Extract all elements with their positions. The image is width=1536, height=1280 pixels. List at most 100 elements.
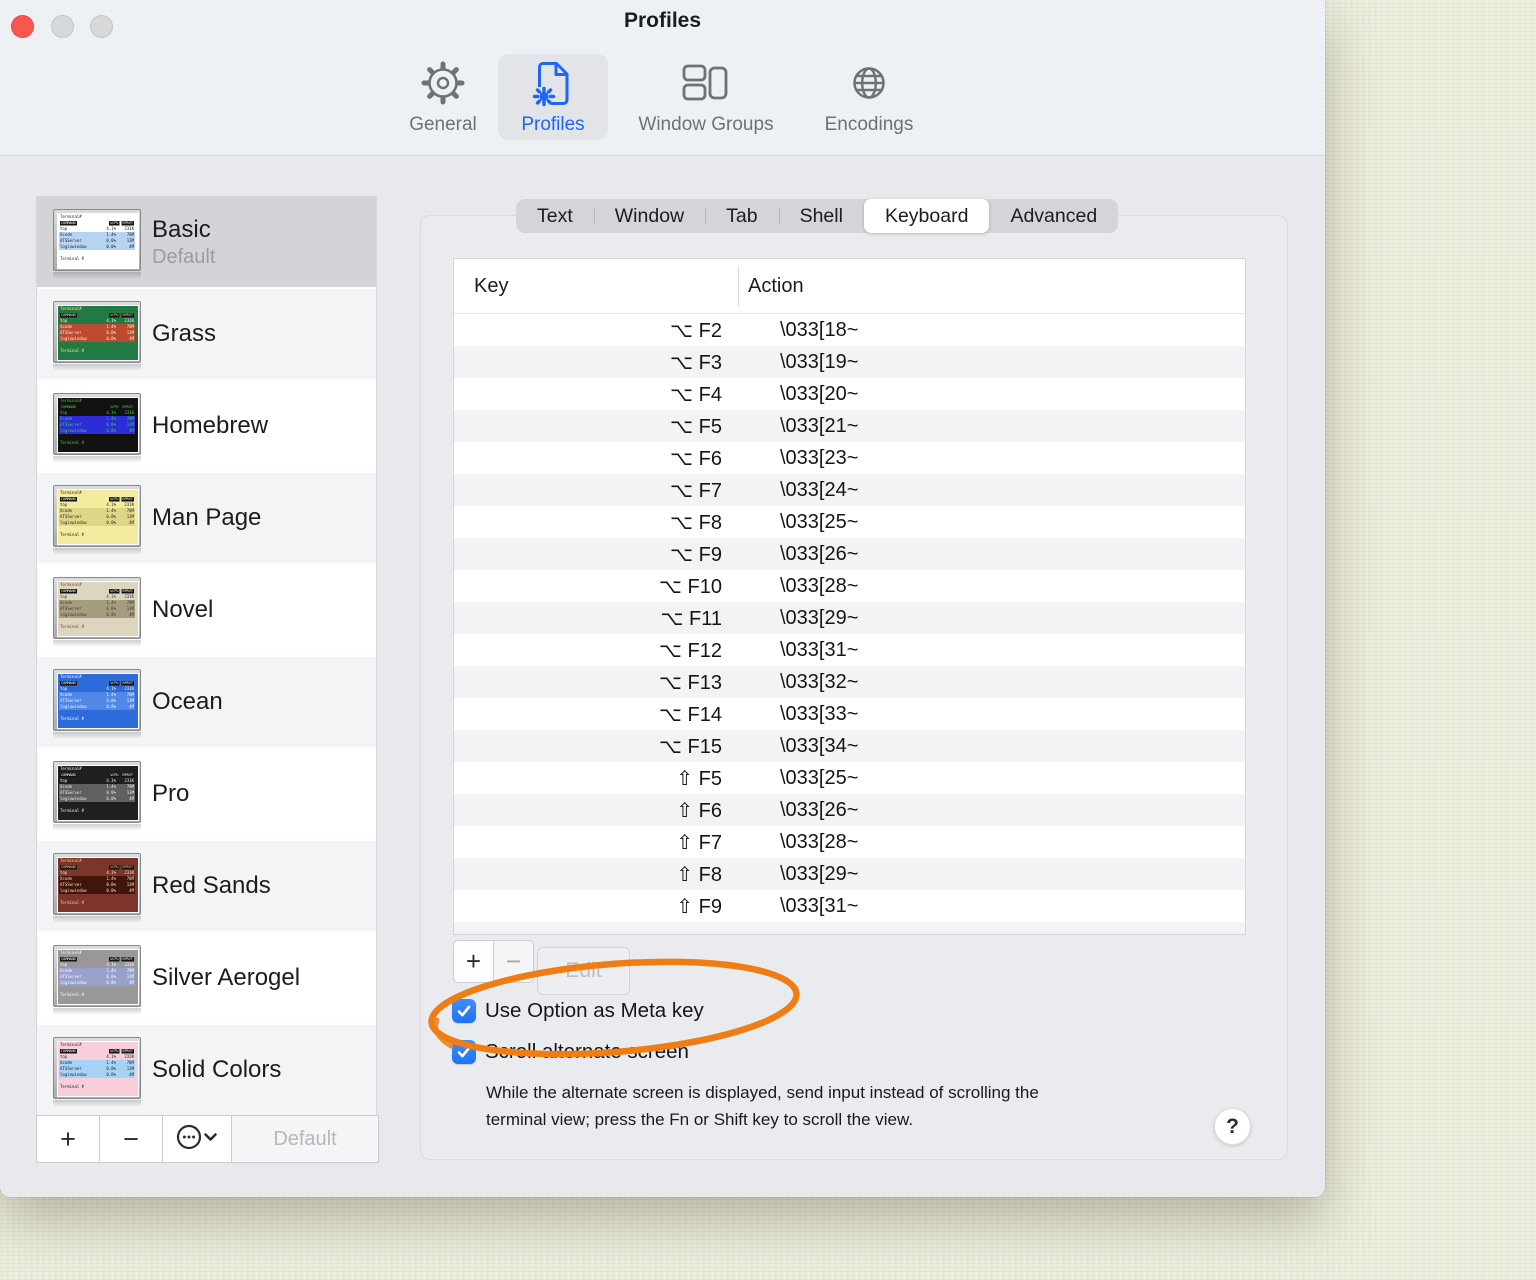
window-title: Profiles: [623, 9, 702, 32]
profile-thumbnail: Terminal# COMMAND %CPU RPRVT top 4.1% 231K Xcod…: [53, 945, 141, 1015]
action-cell: \033[34~: [780, 734, 859, 757]
key-binding-row[interactable]: ⇧ F6 \033[26~: [454, 794, 1245, 826]
key-binding-row[interactable]: ⌥ F14 \033[33~: [454, 698, 1245, 730]
profile-thumbnail: Terminal# COMMAND %CPU RPRVT top 4.1% 231K Xcod…: [53, 853, 141, 923]
key-binding-row[interactable]: ⇧ F7 \033[28~: [454, 826, 1245, 858]
profile-row-silver-aerogel[interactable]: Terminal# COMMAND %CPU RPRVT top 4.1% 231K Xcod…: [37, 933, 376, 1023]
add-profile-button[interactable]: +: [37, 1116, 100, 1162]
toolbar-item-profiles[interactable]: Profiles: [498, 54, 608, 140]
profile-row-pro[interactable]: Terminal# COMMAND %CPU RPRVT top 4.1% 231K Xcod…: [37, 749, 376, 839]
tab-window[interactable]: Window: [593, 199, 705, 233]
key-binding-row[interactable]: ⌥ F9 \033[26~: [454, 538, 1245, 570]
remove-profile-button[interactable]: −: [100, 1116, 163, 1162]
profile-thumbnail: Terminal# COMMAND %CPU RPRVT top 4.1% 231K Xcod…: [53, 301, 141, 371]
tab-advanced[interactable]: Advanced: [989, 199, 1118, 233]
key-binding-row[interactable]: ⌥ F6 \033[23~: [454, 442, 1245, 474]
key-binding-row[interactable]: ⇧ F8 \033[29~: [454, 858, 1245, 890]
toolbar-item-general[interactable]: General: [395, 54, 491, 140]
thumbnail-reflection: [53, 456, 141, 463]
key-binding-row[interactable]: ⌥ F2 \033[18~: [454, 314, 1245, 346]
gear-icon: [420, 60, 466, 106]
key-binding-row[interactable]: ⌥ F15 \033[34~: [454, 730, 1245, 762]
globe-icon: [846, 60, 892, 106]
more-options-button[interactable]: [163, 1116, 232, 1162]
key-cell: ⌥ F15: [658, 735, 722, 758]
edit-key-binding-button[interactable]: Edit: [537, 947, 630, 995]
profile-thumbnail: Terminal# COMMAND %CPU RPRVT top 4.1% 231K Xcod…: [53, 485, 141, 555]
key-binding-row[interactable]: ⌥ F10 \033[28~: [454, 570, 1245, 602]
key-cell: ⌥ F9: [670, 543, 722, 566]
profile-name: Homebrew: [152, 412, 269, 439]
profile-name: Silver Aerogel: [152, 964, 301, 991]
table-header: Key Action: [454, 259, 1245, 314]
window-groups-icon: [682, 60, 730, 106]
action-cell: \033[25~: [780, 510, 859, 533]
checkbox-checked-icon[interactable]: [452, 999, 476, 1023]
profile-row-basic[interactable]: Terminal# COMMAND %CPU RPRVT top 4.1% 231K Xcod…: [37, 197, 376, 287]
key-binding-row[interactable]: ⌥ F5 \033[21~: [454, 410, 1245, 442]
action-cell: \033[26~: [780, 542, 859, 565]
profile-thumbnail: Terminal# COMMAND %CPU RPRVT top 4.1% 231K Xcod…: [53, 577, 141, 647]
profile-row-red-sands[interactable]: Terminal# COMMAND %CPU RPRVT top 4.1% 231K Xcod…: [37, 841, 376, 931]
tab-text[interactable]: Text: [516, 199, 594, 233]
profile-row-novel[interactable]: Terminal# COMMAND %CPU RPRVT top 4.1% 231K Xcod…: [37, 565, 376, 655]
help-button[interactable]: ?: [1214, 1108, 1251, 1145]
key-cell: ⌥ F4: [670, 383, 722, 406]
key-binding-row[interactable]: ⌥ F7 \033[24~: [454, 474, 1245, 506]
action-cell: \033[31~: [780, 894, 859, 917]
key-binding-row[interactable]: ⌥ F13 \033[32~: [454, 666, 1245, 698]
profile-row-solid-colors[interactable]: Terminal# COMMAND %CPU RPRVT top 4.1% 231K Xcod…: [37, 1025, 376, 1115]
key-cell: ⌥ F8: [670, 511, 722, 534]
profile-row-ocean[interactable]: Terminal# COMMAND %CPU RPRVT top 4.1% 231K Xcod…: [37, 657, 376, 747]
key-cell: ⇧ F6: [676, 799, 722, 822]
action-cell: \033[20~: [780, 382, 859, 405]
action-cell: \033[28~: [780, 574, 859, 597]
tab-shell[interactable]: Shell: [778, 199, 864, 233]
key-binding-row[interactable]: ⌥ F8 \033[25~: [454, 506, 1245, 538]
action-cell: \033[24~: [780, 478, 859, 501]
thumbnail-reflection: [53, 364, 141, 371]
action-cell: \033[32~: [780, 670, 859, 693]
toolbar-item-label: Encodings: [824, 114, 914, 135]
profile-name: Solid Colors: [152, 1056, 282, 1083]
key-binding-row[interactable]: ⌥ F3 \033[19~: [454, 346, 1245, 378]
default-profile-button[interactable]: Default: [232, 1116, 378, 1162]
profile-thumbnail: Terminal# COMMAND %CPU RPRVT top 4.1% 231K Xcod…: [53, 393, 141, 463]
titlebar: Profiles General Profiles Window Groups …: [0, 0, 1325, 156]
profile-thumbnail: Terminal# COMMAND %CPU RPRVT top 4.1% 231K Xcod…: [53, 669, 141, 739]
key-binding-row[interactable]: ⇧ F9 \033[31~: [454, 890, 1245, 922]
profile-name: Grass: [152, 320, 217, 347]
profile-row-man-page[interactable]: Terminal# COMMAND %CPU RPRVT top 4.1% 231K Xcod…: [37, 473, 376, 563]
toolbar-item-label: General: [409, 114, 477, 135]
action-cell: \033[33~: [780, 702, 859, 725]
checkbox-checked-icon[interactable]: [452, 1040, 476, 1064]
thumbnail-reflection: [53, 916, 141, 923]
key-binding-row[interactable]: ⌥ F11 \033[29~: [454, 602, 1245, 634]
checkbox-label: Scroll alternate screen: [485, 1040, 689, 1063]
key-bindings-table: Key Action ⌥ F2 \033[18~ ⌥ F3 \033[19~ ⌥ F4 \…: [453, 258, 1246, 935]
key-binding-row[interactable]: ⌥ F4 \033[20~: [454, 378, 1245, 410]
profile-document-icon: [531, 60, 575, 107]
table-filler-row: [454, 922, 1245, 934]
action-cell: \033[21~: [780, 414, 859, 437]
alternate-screen-note: While the alternate screen is displayed,…: [486, 1083, 1039, 1129]
key-binding-row[interactable]: ⌥ F12 \033[31~: [454, 634, 1245, 666]
toolbar-item-window-groups[interactable]: Window Groups: [620, 54, 792, 140]
key-cell: ⌥ F13: [658, 671, 722, 694]
toolbar-item-encodings[interactable]: Encodings: [810, 54, 928, 140]
scroll-alternate-screen-checkbox-row[interactable]: Scroll alternate screen: [452, 1039, 689, 1065]
remove-key-binding-button[interactable]: −: [493, 940, 534, 983]
add-key-binding-button[interactable]: +: [453, 940, 494, 983]
key-binding-row[interactable]: ⇧ F5 \033[25~: [454, 762, 1245, 794]
use-option-as-meta-checkbox-row[interactable]: Use Option as Meta key: [452, 998, 704, 1024]
profile-row-homebrew[interactable]: Terminal# COMMAND %CPU RPRVT top 4.1% 231K Xcod…: [37, 381, 376, 471]
key-cell: ⌥ F6: [670, 447, 722, 470]
action-cell: \033[31~: [780, 638, 859, 661]
thumbnail-reflection: [53, 824, 141, 831]
profile-list-footer: + − Default: [36, 1115, 379, 1163]
profile-row-grass[interactable]: Terminal# COMMAND %CPU RPRVT top 4.1% 231K Xcod…: [37, 289, 376, 379]
tab-keyboard[interactable]: Keyboard: [863, 199, 990, 233]
profile-list-panel: Terminal# COMMAND %CPU RPRVT top 4.1% 231K Xcod…: [36, 196, 379, 1163]
key-cell: ⌥ F12: [658, 639, 722, 662]
tab-tab[interactable]: Tab: [705, 199, 778, 233]
